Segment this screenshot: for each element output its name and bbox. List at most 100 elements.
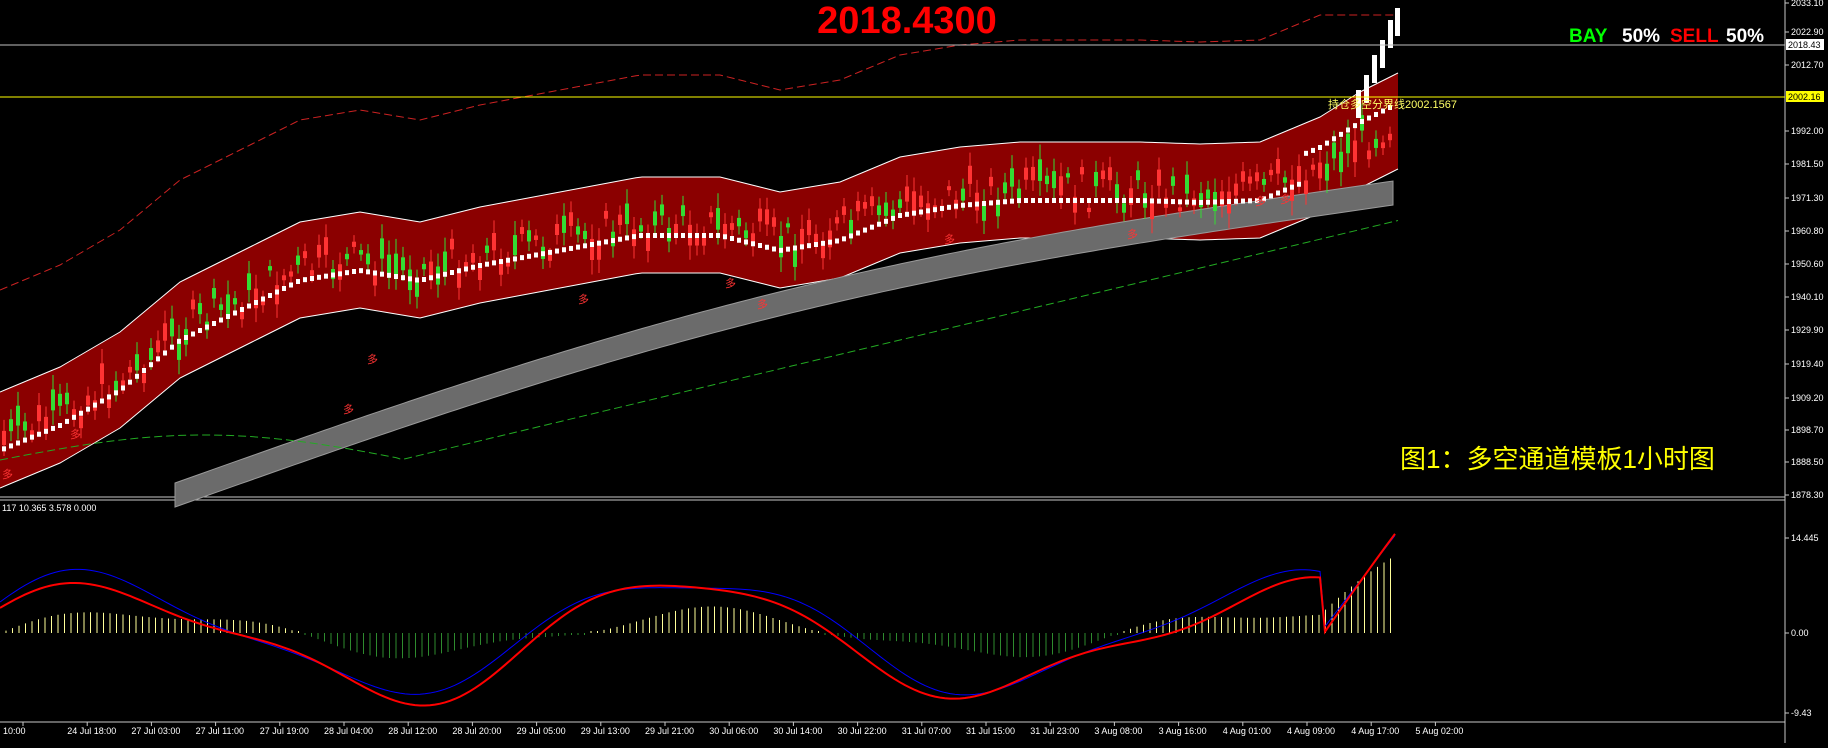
trend-step [674, 233, 678, 238]
sell-percent: 50% [1726, 26, 1764, 47]
trend-step [135, 373, 139, 379]
trend-step [520, 255, 524, 261]
trend-step [485, 261, 489, 267]
time-axis-label: 5 Aug 02:00 [1415, 726, 1463, 736]
trend-step [177, 338, 181, 344]
time-axis-label: 30 Jul 14:00 [773, 726, 822, 736]
trend-step [492, 260, 496, 266]
price-axis-label: 1929.90 [1791, 325, 1824, 335]
candle-body [905, 186, 909, 202]
time-axis-label: 27 Jul 03:00 [131, 726, 180, 736]
trend-step [366, 269, 370, 275]
trend-step [1031, 198, 1035, 203]
trend-step [744, 239, 748, 245]
time-axis-label: 29 Jul 21:00 [645, 726, 694, 736]
price-axis-label: 2012.70 [1791, 60, 1824, 70]
candle-body [884, 202, 888, 216]
candle-body [282, 275, 286, 281]
trend-step [590, 242, 594, 247]
trading-chart-window[interactable]: 多多多多多多多多多多多 2033.10 2022.90 2018.43 2012.70… [0, 0, 1828, 743]
candle-body [527, 230, 531, 242]
trend-step [303, 277, 307, 283]
candle-body [793, 247, 797, 267]
trend-step [730, 236, 734, 241]
chart-canvas[interactable]: 多多多多多多多多 多多多 2033.102022.902018.432012.70… [0, 0, 1828, 743]
price-axis-label: 1919.40 [1791, 359, 1824, 369]
chart-caption: 图1：多空通道模板1小时图 [1400, 444, 1715, 474]
trend-step [856, 230, 860, 236]
candle-body [912, 191, 916, 211]
trend-step [800, 244, 804, 250]
price-axis-label: 1940.10 [1791, 292, 1824, 302]
trend-step [821, 240, 825, 246]
signal-label: 多 [1280, 192, 1291, 206]
candle-body [1087, 207, 1091, 213]
candle-body [450, 238, 454, 250]
macd-main-line [0, 535, 1396, 696]
trend-step [891, 215, 895, 221]
channel-layer [0, 14, 1399, 508]
signal-label: 多 [367, 352, 378, 366]
candle-body [807, 220, 811, 236]
time-axis-label: 31 Jul 07:00 [902, 726, 951, 736]
candle-body [394, 253, 398, 276]
sell-label: SELL [1670, 26, 1719, 47]
trend-step [527, 253, 531, 259]
candle-body [1304, 180, 1308, 195]
trend-step [1192, 199, 1196, 205]
trend-step [877, 221, 881, 227]
trend-step [338, 271, 342, 277]
trend-step [758, 243, 762, 248]
trend-step [660, 233, 664, 238]
trend-step [23, 437, 27, 443]
trend-step [1304, 150, 1308, 156]
candle-body [65, 392, 69, 405]
candle-body [1122, 203, 1126, 213]
candle-body [520, 227, 524, 234]
candle-body [443, 251, 447, 272]
trend-step [107, 394, 111, 400]
candle-body [758, 208, 762, 222]
trend-step [1115, 198, 1119, 203]
axis-labels-layer: 2033.10 2022.90 2018.43 2012.70 2002.16 1992.… [3, 0, 1824, 736]
candle-body [128, 366, 132, 373]
candle-body [1353, 140, 1357, 163]
candle-body [359, 250, 363, 255]
trend-step [1066, 198, 1070, 203]
trend-step [625, 235, 629, 241]
candle-body [856, 200, 860, 212]
candle-body [86, 395, 90, 406]
trend-step [86, 406, 90, 412]
trend-step [597, 240, 601, 246]
trend-step [695, 233, 699, 238]
candle-body [1045, 175, 1049, 185]
candle-body [660, 204, 664, 216]
signal-label: 多 [2, 467, 13, 481]
candle-body [1038, 159, 1042, 181]
candle-body [1003, 182, 1007, 194]
candle-body [324, 237, 328, 255]
candle-body [737, 217, 741, 227]
trend-step [247, 303, 251, 309]
candle-body [163, 323, 167, 341]
candle-body [58, 393, 62, 406]
trend-step [324, 273, 328, 279]
candle-body [268, 266, 272, 271]
candle-body [898, 199, 902, 208]
trend-step [16, 440, 20, 446]
trend-step [1010, 198, 1014, 204]
price-axis-label: 1981.50 [1791, 159, 1824, 169]
time-axis-label: 24 Jul 18:00 [67, 726, 116, 736]
channel-band [0, 73, 1398, 488]
price-axis-label: 1992.00 [1791, 126, 1824, 136]
candle-body [1010, 168, 1014, 187]
candle-body [1178, 207, 1182, 212]
candle-body [1332, 142, 1336, 159]
candle-body [9, 419, 13, 432]
trend-step [898, 213, 902, 218]
trend-step [1353, 123, 1357, 129]
candle-body [1262, 178, 1266, 185]
candle-body [345, 253, 349, 260]
candle-body [625, 203, 629, 225]
candle-body [681, 205, 685, 217]
